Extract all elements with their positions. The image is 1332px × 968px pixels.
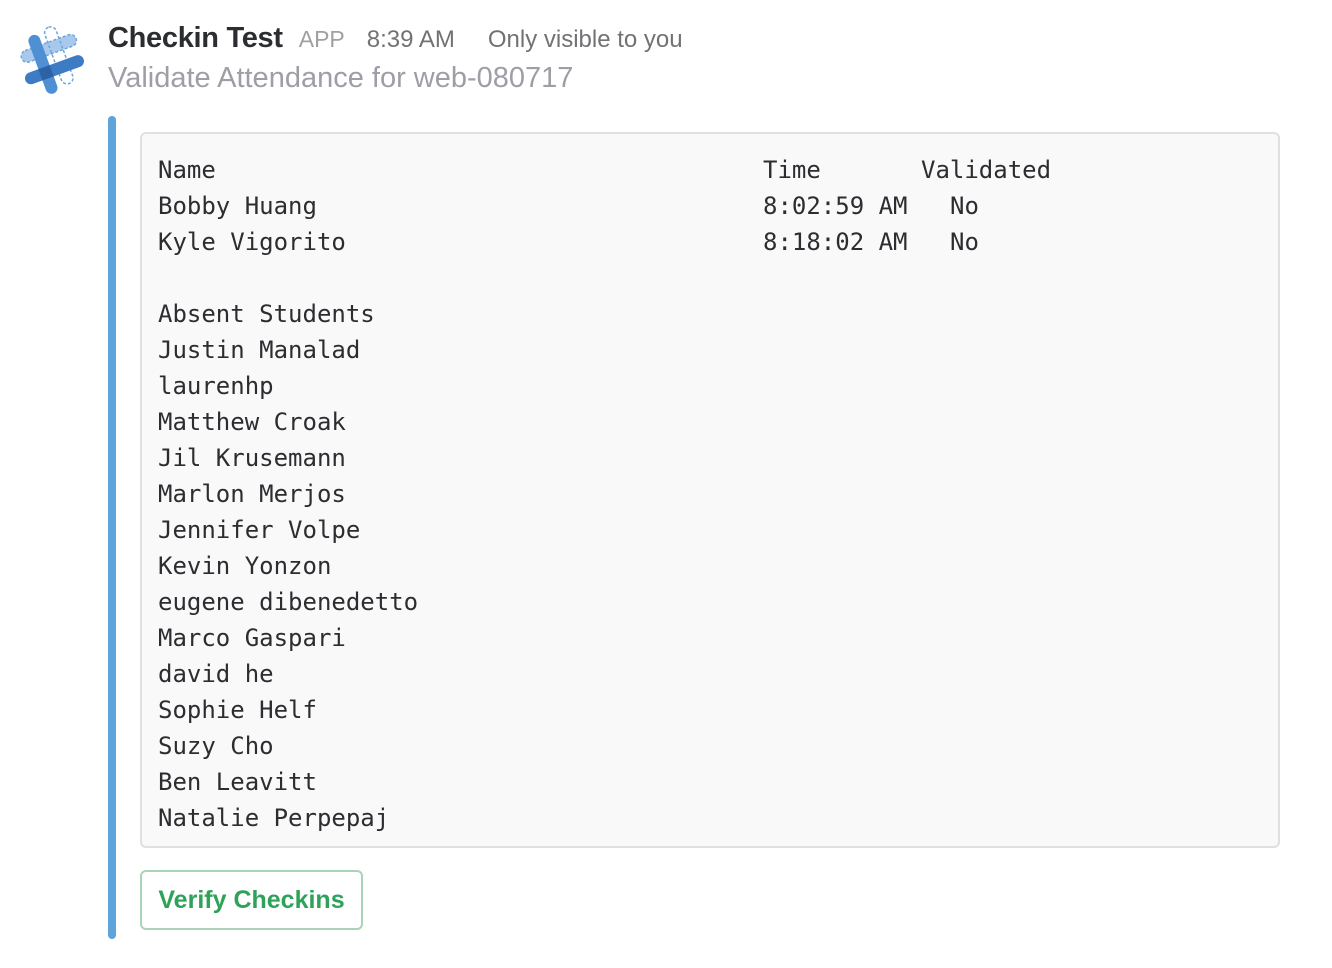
list-item: Marlon Merjos bbox=[158, 480, 346, 508]
sender-name[interactable]: Checkin Test bbox=[108, 22, 283, 55]
attachment-color-bar bbox=[108, 116, 116, 939]
list-item: Marco Gaspari bbox=[158, 624, 346, 652]
app-badge: APP bbox=[298, 26, 345, 52]
list-item: Kevin Yonzon bbox=[158, 552, 332, 580]
table-row: Bobby Huang 8:02:59 AM No bbox=[158, 188, 979, 224]
app-avatar-icon[interactable] bbox=[14, 22, 90, 98]
message-text: Validate Attendance for web-080717 bbox=[108, 62, 574, 94]
header-validated: Validated bbox=[921, 156, 1052, 184]
checkin-time: 8:02:59 AM bbox=[763, 192, 908, 220]
list-item: eugene dibenedetto bbox=[158, 588, 419, 616]
message-timestamp[interactable]: 8:39 AM bbox=[367, 26, 455, 54]
list-item: Matthew Croak bbox=[158, 408, 346, 436]
message-header: Checkin Test APP 8:39 AM Only visible to… bbox=[108, 22, 683, 62]
verify-checkins-button[interactable]: Verify Checkins bbox=[140, 870, 363, 930]
attendance-code-block: Name Time Validated Bobby Huang 8:02:59 … bbox=[140, 132, 1280, 848]
student-name: Kyle Vigorito bbox=[158, 228, 346, 256]
validated-status: No bbox=[950, 192, 979, 220]
list-item: Ben Leavitt bbox=[158, 768, 317, 796]
table-header-row: Name Time Validated bbox=[158, 152, 1051, 188]
list-item: Natalie Perpepaj bbox=[158, 804, 390, 832]
absent-students-heading: Absent Students bbox=[158, 300, 375, 328]
header-time: Time bbox=[763, 156, 821, 184]
list-item: Jil Krusemann bbox=[158, 444, 346, 472]
header-name: Name bbox=[158, 156, 216, 184]
list-item: Justin Manalad bbox=[158, 336, 361, 364]
checkin-time: 8:18:02 AM bbox=[763, 228, 908, 256]
list-item: Suzy Cho bbox=[158, 732, 274, 760]
list-item: Jennifer Volpe bbox=[158, 516, 361, 544]
list-item: Sophie Helf bbox=[158, 696, 317, 724]
table-row: Kyle Vigorito 8:18:02 AM No bbox=[158, 224, 979, 260]
validated-status: No bbox=[950, 228, 979, 256]
list-item: david he bbox=[158, 660, 274, 688]
slack-message: Checkin Test APP 8:39 AM Only visible to… bbox=[0, 0, 1332, 968]
list-item: laurenhp bbox=[158, 372, 274, 400]
visibility-note: Only visible to you bbox=[487, 26, 683, 53]
student-name: Bobby Huang bbox=[158, 192, 317, 220]
